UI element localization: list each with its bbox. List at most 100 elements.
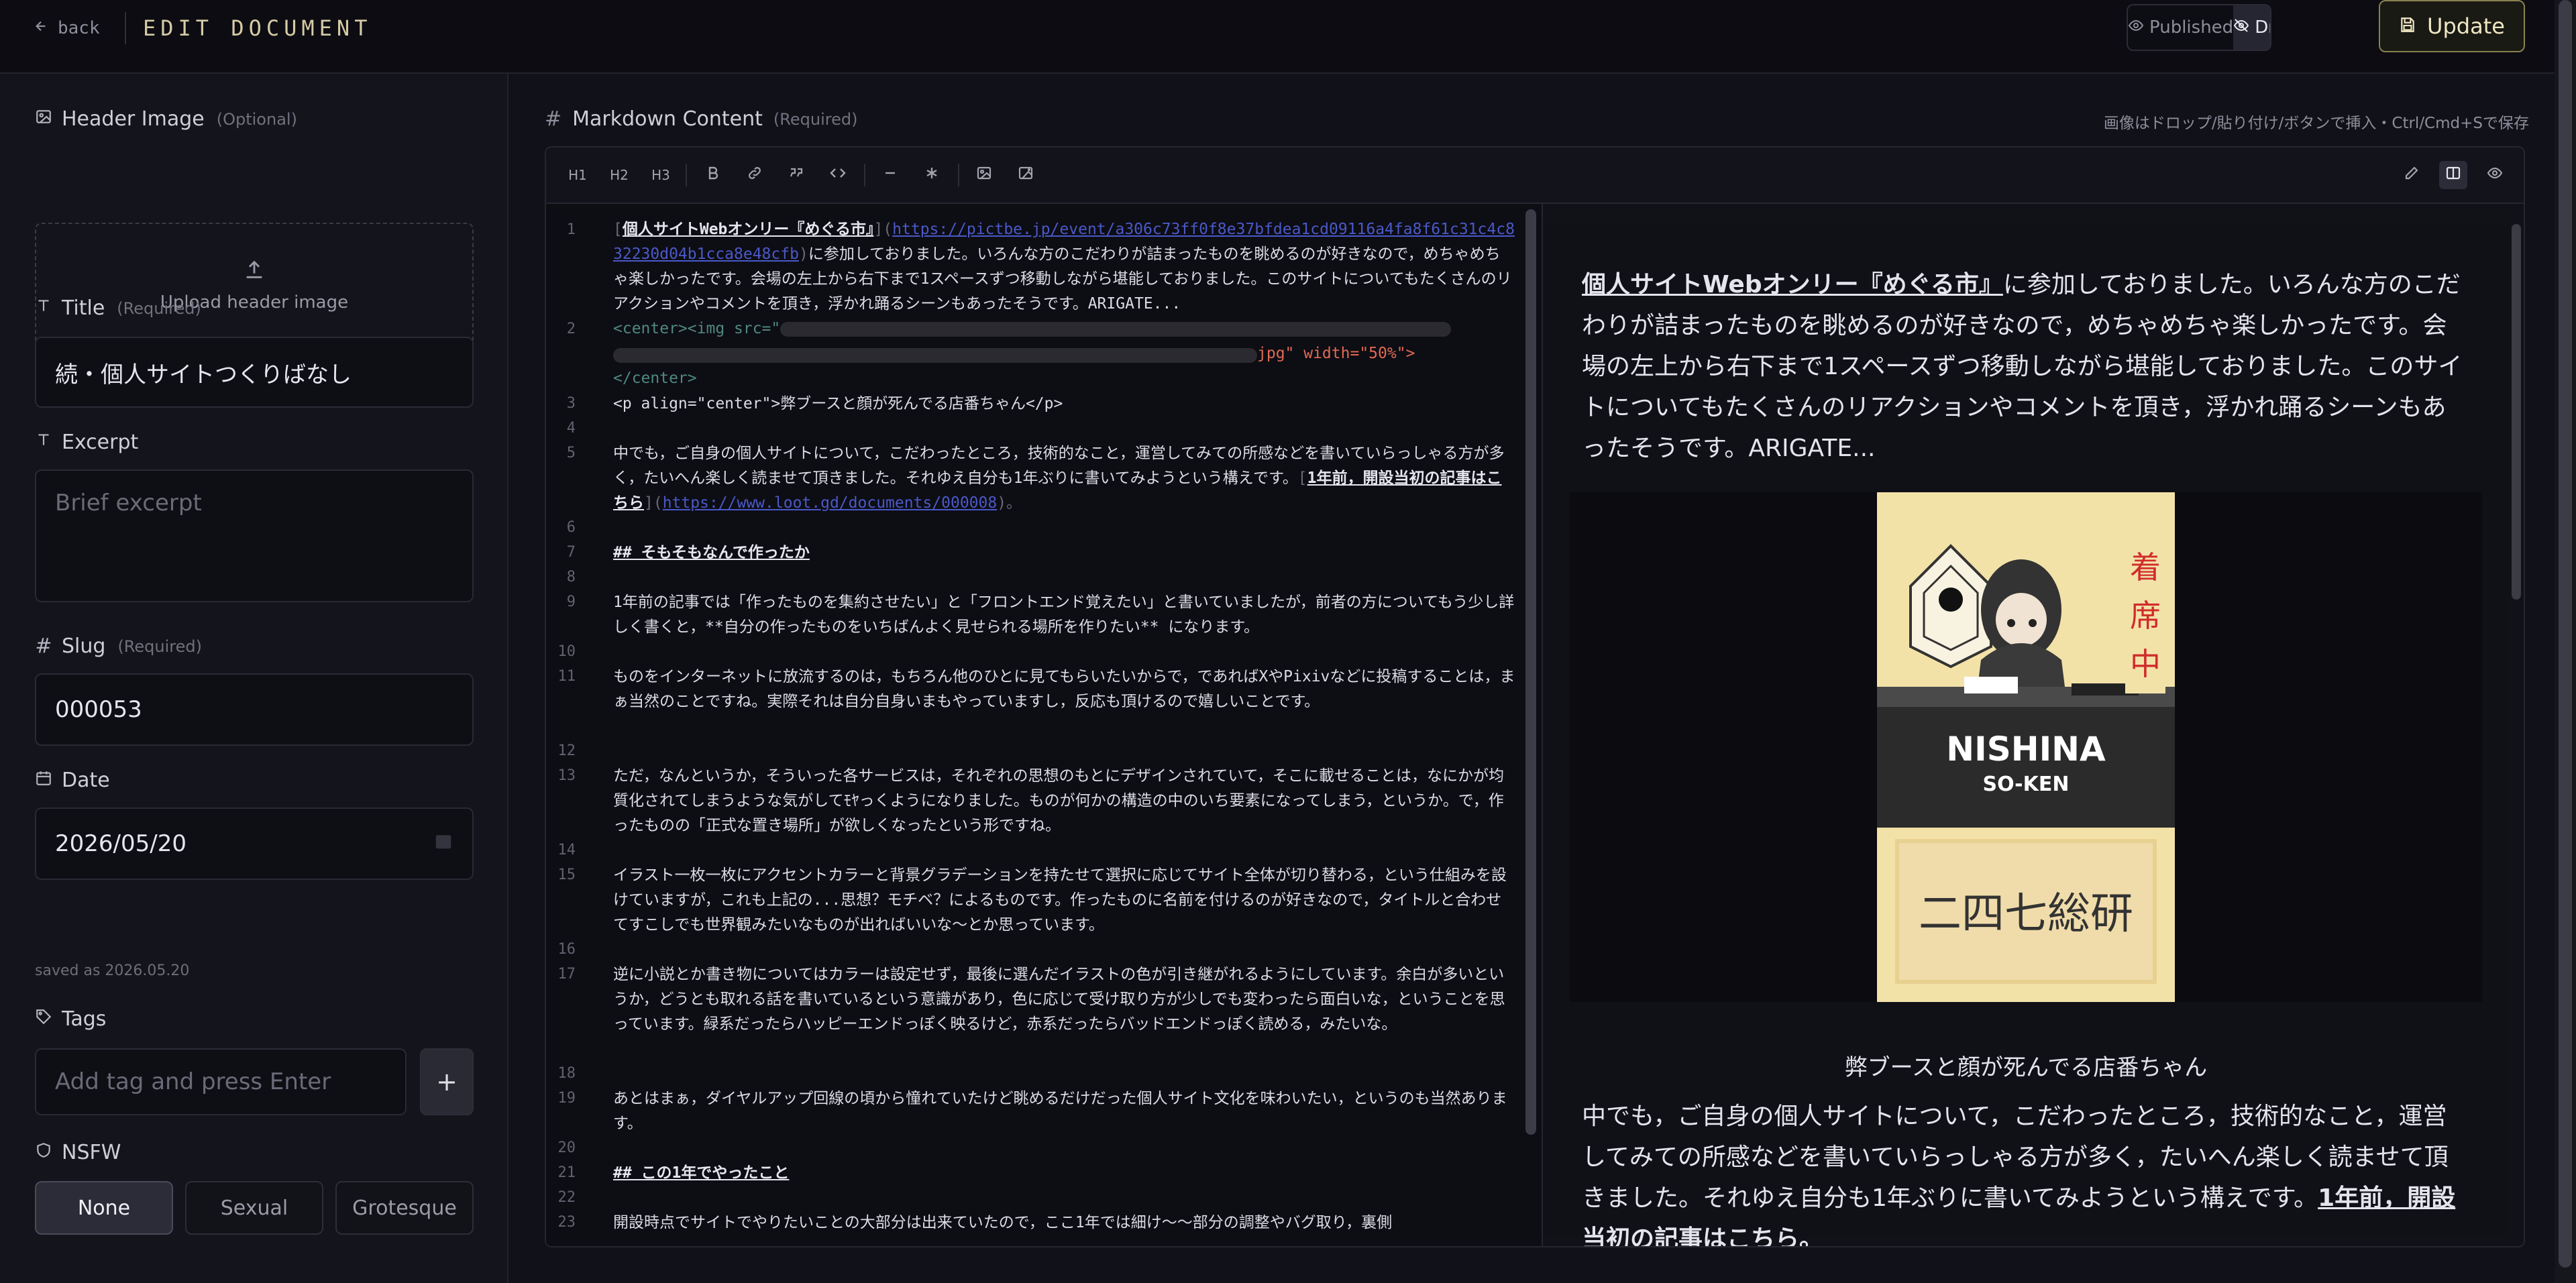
asterisk-button[interactable]: [918, 161, 946, 189]
code-html-tag: </center>: [613, 370, 697, 387]
tag-input[interactable]: Add tag and press Enter: [35, 1048, 407, 1115]
booth-photo: NISHINA SO-KEN 着席中 二四七総研: [1877, 492, 2175, 1002]
header-image-upload[interactable]: Upload header image: [35, 223, 474, 347]
markdown-content-hint: (Required): [773, 109, 858, 129]
line-number: 19: [557, 1090, 576, 1107]
sign-vertical-text: 着席中: [2130, 549, 2161, 682]
preview-text: に参加しておりました。いろんな方のこだわりが詰まったものを眺めるのが好きなので，…: [1582, 271, 2463, 462]
bold-icon: [705, 165, 721, 185]
preview-caption: 弊ブースと顔が死んでる店番ちゃん: [1844, 1054, 2208, 1081]
back-link[interactable]: back: [34, 15, 100, 42]
code-line-7: ## そもそもなんで作ったか: [613, 544, 810, 561]
slug-input[interactable]: 000053: [35, 673, 474, 746]
code-line-2: <center><img src=" jpg" width="50%"> </ce…: [613, 317, 1515, 392]
header-image-label-text: Header Image: [62, 107, 205, 131]
toolbar-separator: [958, 164, 959, 186]
code-link-text: 個人サイトWebオンリー『めぐる市』: [622, 221, 874, 238]
excerpt-textarea[interactable]: Brief excerpt: [35, 469, 474, 602]
update-button[interactable]: Update: [2379, 0, 2525, 52]
hash-icon: #: [35, 634, 52, 658]
date-input[interactable]: 2026/05/20: [35, 807, 474, 880]
link-button[interactable]: [741, 161, 769, 189]
heading2-button[interactable]: H2: [605, 161, 633, 189]
code-html-tag: <center><img src=": [613, 320, 781, 337]
line-number: 8: [566, 569, 576, 585]
markdown-content-label-text: Markdown Content: [572, 107, 763, 131]
line-number: 15: [557, 867, 576, 883]
tags-label: Tags: [35, 1007, 106, 1031]
eye-icon: [2128, 17, 2144, 38]
code-line-15: イラスト一枚一枚にアクセントカラーと背景グラデーションを持たせて選択に応じてサイ…: [613, 867, 1507, 934]
text-type-icon: [35, 296, 52, 320]
top-bar: back EDIT DOCUMENT Published Draft Updat…: [0, 0, 2576, 74]
line-number-gutter: 1 2 3 4 5 6 7 8 9 10 11 12 13 14 15 16 1…: [546, 204, 602, 1246]
h3-label: H3: [651, 167, 670, 183]
line-number: 17: [557, 966, 576, 983]
image-plus-icon: [1018, 165, 1034, 185]
toolbar-separator: [864, 164, 865, 186]
line-number: 9: [566, 594, 576, 610]
nsfw-option-sexual[interactable]: Sexual: [185, 1181, 323, 1235]
bold-button[interactable]: [699, 161, 727, 189]
title-input[interactable]: 続・個人サイトつくりばなし: [35, 337, 474, 408]
minus-icon: [882, 165, 898, 185]
code-button[interactable]: [824, 161, 852, 189]
line-number: 2: [566, 321, 576, 337]
header-divider: [125, 12, 126, 44]
date-label: Date: [35, 769, 110, 792]
heading1-button[interactable]: H1: [564, 161, 592, 189]
preview-mode-button[interactable]: [2481, 161, 2509, 189]
code-icon: [830, 165, 846, 185]
markdown-preview-pane: 個人サイトWebオンリー『めぐる市』に参加しておりました。いろんな方のこだわりが…: [1543, 204, 2524, 1246]
line-number: 1: [566, 221, 576, 238]
quote-button[interactable]: [782, 161, 810, 189]
line-number: 10: [557, 643, 576, 660]
nsfw-label: NSFW: [35, 1141, 121, 1164]
desk-name-text: NISHINA: [1946, 730, 2106, 769]
preview-scrollbar[interactable]: [2512, 224, 2521, 600]
header-image-label: Header Image (Optional): [35, 107, 297, 131]
code-line-3: <p align="center">弊ブースと顔が死んでる店番ちゃん</p>: [613, 395, 1063, 412]
line-number: 7: [566, 544, 576, 561]
saved-note: saved as 2026.05.20: [35, 962, 190, 979]
shield-icon: [35, 1141, 52, 1164]
editor-toolbar: H1 H2 H3: [546, 148, 2524, 204]
status-toggle: Published Draft: [2127, 4, 2271, 51]
code-line-13: ただ，なんというか，そういった各サービスは，それぞれの思想のもとにデザインされて…: [613, 767, 1505, 834]
insert-image-button[interactable]: [970, 161, 998, 189]
insert-gallery-button[interactable]: [1012, 161, 1040, 189]
published-toggle[interactable]: Published: [2128, 5, 2233, 50]
slug-label-text: Slug: [62, 634, 106, 658]
nsfw-option-none[interactable]: None: [35, 1181, 173, 1235]
eye-icon: [2487, 165, 2503, 185]
line-number: 3: [566, 395, 576, 412]
add-tag-button[interactable]: +: [420, 1048, 474, 1115]
heading3-button[interactable]: H3: [647, 161, 675, 189]
nsfw-option-grotesque[interactable]: Grotesque: [335, 1181, 474, 1235]
page-title: EDIT DOCUMENT: [143, 15, 372, 41]
header-image-hint: (Optional): [216, 109, 297, 129]
save-icon: [2399, 13, 2416, 39]
markdown-source-pane[interactable]: 1 2 3 4 5 6 7 8 9 10 11 12 13 14 15 16 1…: [546, 204, 1543, 1246]
editor-scrollbar[interactable]: [1525, 209, 1536, 1135]
preview-link[interactable]: 個人サイトWebオンリー『めぐる市』: [1582, 271, 2003, 298]
split-mode-button[interactable]: [2439, 161, 2467, 189]
page-scrollbar-thumb[interactable]: [2559, 0, 2572, 1268]
title-label-text: Title: [62, 296, 105, 320]
page-scrollbar[interactable]: [2555, 0, 2576, 1283]
code-line-21: ## この1年でやったこと: [613, 1164, 790, 1182]
draft-toggle[interactable]: Draft: [2233, 5, 2270, 50]
back-label: back: [58, 18, 100, 38]
hash-icon: #: [545, 107, 562, 131]
update-label: Update: [2427, 13, 2505, 39]
editor-instructions: 画像はドロップ/貼り付け/ボタンで挿入・Ctrl/Cmd+Sで保存: [2103, 115, 2529, 132]
line-number: 5: [566, 445, 576, 461]
image-icon: [35, 107, 52, 131]
draft-label: Draft: [2255, 17, 2270, 38]
horizontal-rule-button[interactable]: [876, 161, 904, 189]
preview-paragraph: 個人サイトWebオンリー『めぐる市』に参加しておりました。いろんな方のこだわりが…: [1582, 264, 2467, 469]
calendar-picker-icon[interactable]: [433, 830, 453, 857]
edit-mode-button[interactable]: [2398, 161, 2426, 189]
line-number: 12: [557, 742, 576, 759]
redacted-url: [780, 321, 1452, 337]
